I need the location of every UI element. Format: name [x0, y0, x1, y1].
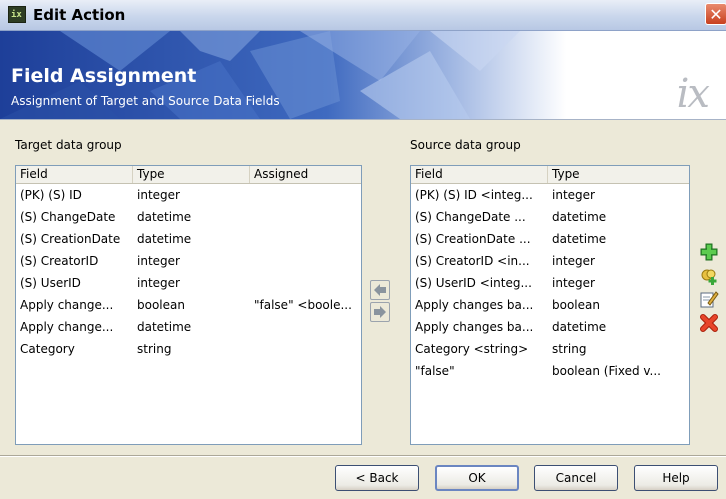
- target-row[interactable]: (S) ChangeDate datetime: [16, 206, 361, 228]
- target-rows: (PK) (S) ID integer (S) ChangeDate datetime…: [16, 184, 361, 360]
- target-cell-field: (S) CreationDate: [20, 232, 121, 246]
- close-button[interactable]: ✕: [705, 3, 726, 25]
- source-row[interactable]: (PK) (S) ID <integ... integer: [411, 184, 689, 206]
- target-col-assigned[interactable]: Assigned: [250, 166, 361, 183]
- target-col-type[interactable]: Type: [133, 166, 250, 183]
- source-cell-field: Apply changes ba...: [415, 298, 534, 312]
- cancel-button[interactable]: Cancel: [534, 465, 618, 491]
- target-cell-type: integer: [137, 188, 180, 202]
- arrow-right-icon: [374, 306, 386, 318]
- source-row[interactable]: (S) UserID <integ... integer: [411, 272, 689, 294]
- target-cell-field: (S) UserID: [20, 276, 81, 290]
- target-col-field[interactable]: Field: [16, 166, 133, 183]
- target-row[interactable]: Apply change... datetime: [16, 316, 361, 338]
- title-bar[interactable]: ix Edit Action ✕: [0, 0, 726, 31]
- help-button[interactable]: Help: [634, 465, 718, 491]
- target-cell-type: datetime: [137, 320, 192, 334]
- source-row[interactable]: Apply changes ba... datetime: [411, 316, 689, 338]
- target-cell-assigned: "false" <boole...: [254, 298, 352, 312]
- banner-title: Field Assignment: [11, 65, 197, 87]
- target-cell-field: (S) ChangeDate: [20, 210, 116, 224]
- target-row[interactable]: (PK) (S) ID integer: [16, 184, 361, 206]
- window-title: Edit Action: [33, 6, 126, 24]
- edit-icon[interactable]: [699, 289, 719, 309]
- target-cell-type: integer: [137, 254, 180, 268]
- source-cell-type: string: [552, 342, 587, 356]
- source-cell-type: integer: [552, 188, 595, 202]
- source-row[interactable]: (S) CreatorID <in... integer: [411, 250, 689, 272]
- app-icon-glyph: ix: [11, 10, 22, 20]
- arrow-left-icon: [374, 284, 386, 296]
- ok-button[interactable]: OK: [435, 465, 519, 491]
- source-cell-field: (S) ChangeDate ...: [415, 210, 526, 224]
- source-rows: (PK) (S) ID <integ... integer (S) ChangeDa…: [411, 184, 689, 382]
- source-cell-field: "false": [415, 364, 455, 378]
- source-cell-type: datetime: [552, 320, 607, 334]
- source-cell-type: boolean: [552, 298, 600, 312]
- target-list-header: Field Type Assigned: [16, 166, 361, 184]
- source-cell-field: (S) CreationDate ...: [415, 232, 531, 246]
- target-cell-field: Apply change...: [20, 298, 114, 312]
- target-cell-field: Apply change...: [20, 320, 114, 334]
- target-group-label: Target data group: [15, 138, 122, 152]
- target-list[interactable]: Field Type Assigned (PK) (S) ID integer (S…: [15, 165, 362, 445]
- target-cell-type: datetime: [137, 232, 192, 246]
- source-row[interactable]: "false" boolean (Fixed v...: [411, 360, 689, 382]
- source-row[interactable]: (S) ChangeDate ... datetime: [411, 206, 689, 228]
- source-cell-type: datetime: [552, 210, 607, 224]
- target-row[interactable]: Apply change... boolean "false" <boole...: [16, 294, 361, 316]
- add-icon[interactable]: [699, 242, 719, 262]
- assign-right-button[interactable]: [370, 302, 390, 322]
- target-cell-type: string: [137, 342, 172, 356]
- source-cell-type: datetime: [552, 232, 607, 246]
- source-row[interactable]: Category <string> string: [411, 338, 689, 360]
- source-col-type[interactable]: Type: [548, 166, 689, 183]
- assign-left-button[interactable]: [370, 280, 390, 300]
- target-row[interactable]: Category string: [16, 338, 361, 360]
- app-icon: ix: [8, 6, 26, 23]
- source-cell-field: Category <string>: [415, 342, 529, 356]
- ix-logo: ix: [676, 71, 710, 117]
- source-cell-type: boolean (Fixed v...: [552, 364, 661, 378]
- target-cell-type: integer: [137, 276, 180, 290]
- footer-divider: [0, 455, 726, 457]
- target-cell-field: (S) CreatorID: [20, 254, 99, 268]
- source-row[interactable]: Apply changes ba... boolean: [411, 294, 689, 316]
- target-row[interactable]: (S) CreationDate datetime: [16, 228, 361, 250]
- source-cell-field: (S) CreatorID <in...: [415, 254, 530, 268]
- source-col-field[interactable]: Field: [411, 166, 548, 183]
- delete-icon[interactable]: [699, 313, 719, 333]
- target-cell-field: (PK) (S) ID: [20, 188, 82, 202]
- target-cell-field: Category: [20, 342, 75, 356]
- source-row[interactable]: (S) CreationDate ... datetime: [411, 228, 689, 250]
- target-row[interactable]: (S) UserID integer: [16, 272, 361, 294]
- target-cell-type: boolean: [137, 298, 185, 312]
- source-group-label: Source data group: [410, 138, 521, 152]
- target-row[interactable]: (S) CreatorID integer: [16, 250, 361, 272]
- back-button[interactable]: < Back: [335, 465, 419, 491]
- source-cell-field: (PK) (S) ID <integ...: [415, 188, 533, 202]
- source-cell-type: integer: [552, 276, 595, 290]
- add-fixed-value-icon[interactable]: [699, 266, 719, 286]
- source-cell-field: Apply changes ba...: [415, 320, 534, 334]
- source-list-header: Field Type: [411, 166, 689, 184]
- source-cell-field: (S) UserID <integ...: [415, 276, 532, 290]
- source-list[interactable]: Field Type (PK) (S) ID <integ... integer(…: [410, 165, 690, 445]
- target-cell-type: datetime: [137, 210, 192, 224]
- banner-subtitle: Assignment of Target and Source Data Fie…: [11, 94, 280, 108]
- source-cell-type: integer: [552, 254, 595, 268]
- header-banner: Field Assignment Assignment of Target an…: [0, 31, 726, 120]
